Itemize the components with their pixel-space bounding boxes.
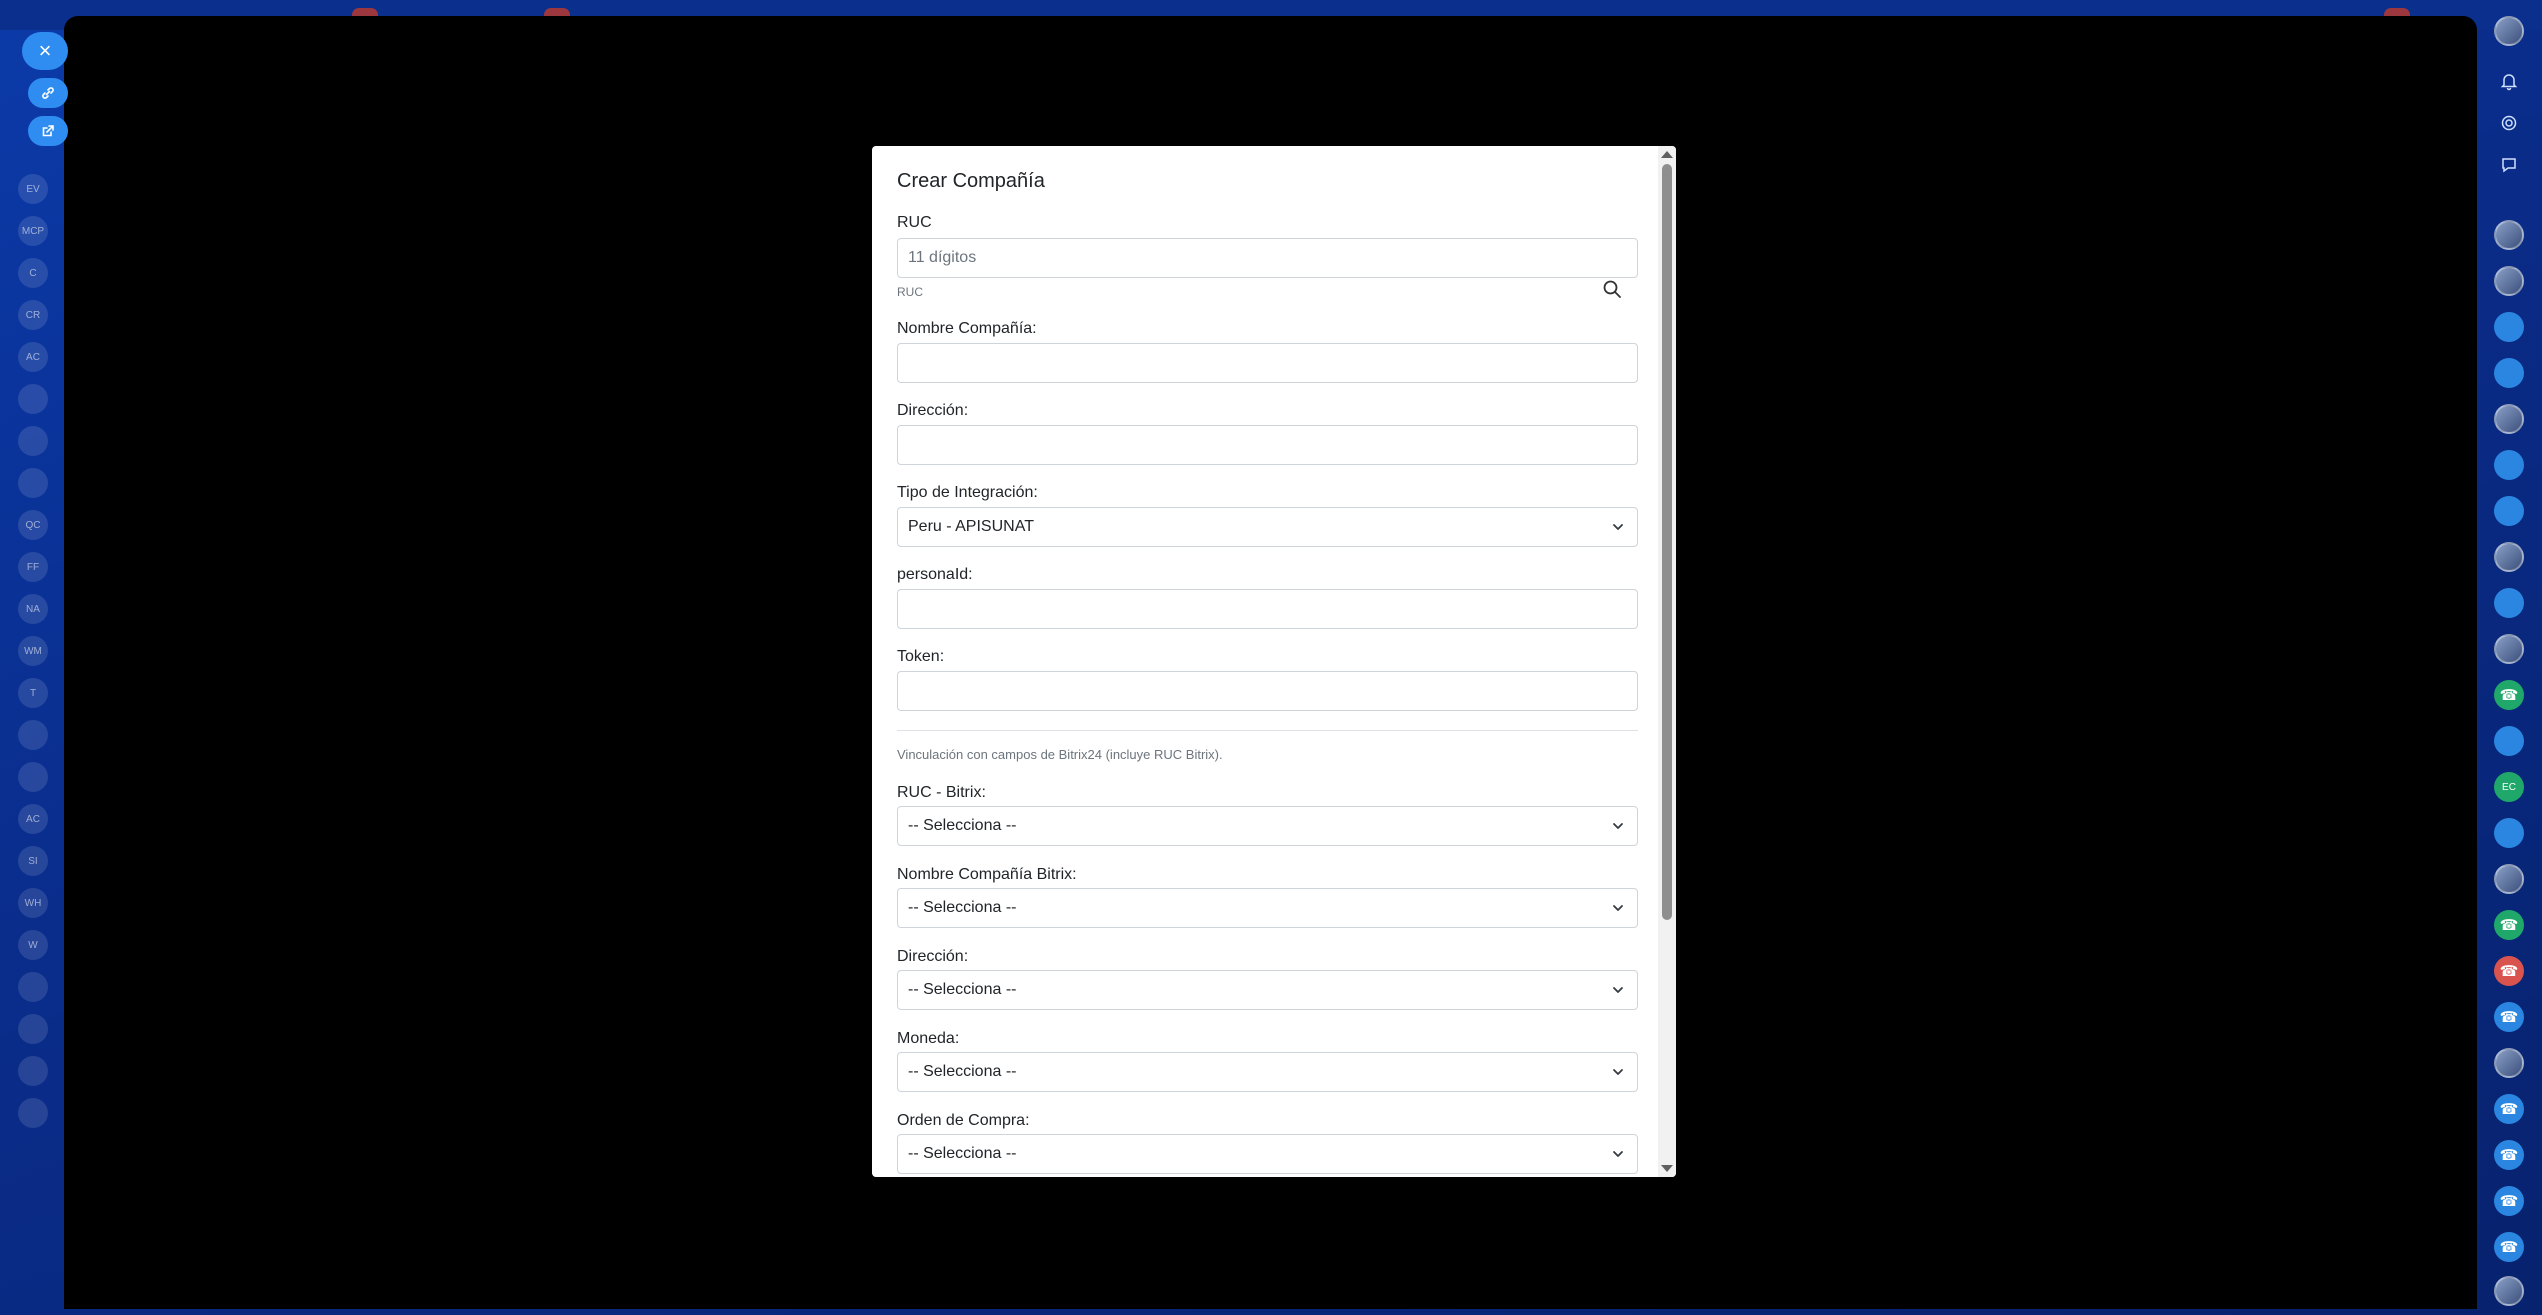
chevron-down-icon bbox=[1613, 1069, 1623, 1075]
sidebar-item[interactable]: W bbox=[18, 930, 48, 960]
sidebar-item[interactable] bbox=[18, 762, 48, 792]
contact-avatar[interactable] bbox=[2494, 220, 2524, 250]
bell-icon[interactable] bbox=[2494, 66, 2524, 96]
chevron-down-icon bbox=[1613, 524, 1623, 530]
contact-avatar[interactable] bbox=[2494, 1276, 2524, 1306]
sidebar-item[interactable] bbox=[18, 1098, 48, 1128]
phone-icon[interactable]: ☎ bbox=[2494, 1094, 2524, 1124]
link-icon bbox=[42, 87, 54, 99]
sidebar-item[interactable] bbox=[18, 468, 48, 498]
contact-avatar[interactable] bbox=[2494, 312, 2524, 342]
external-link-icon bbox=[42, 125, 54, 137]
orden-compra-select[interactable]: -- Selecciona -- bbox=[897, 1134, 1638, 1174]
scroll-thumb[interactable] bbox=[1662, 164, 1672, 920]
sidebar-item[interactable] bbox=[18, 1056, 48, 1086]
copilot-chat-icon[interactable] bbox=[2494, 496, 2524, 526]
ruc-bitrix-label: RUC - Bitrix: bbox=[897, 784, 986, 801]
ruc-label: RUC bbox=[897, 214, 932, 231]
contact-avatar[interactable] bbox=[2494, 542, 2524, 572]
scroll-down-arrow[interactable] bbox=[1661, 1165, 1673, 1172]
token-input[interactable] bbox=[897, 671, 1638, 711]
phone-icon[interactable]: ☎ bbox=[2494, 956, 2524, 986]
calendar-icon[interactable] bbox=[2494, 818, 2524, 848]
token-label: Token: bbox=[897, 648, 945, 665]
sidebar-item[interactable]: EV bbox=[18, 174, 48, 204]
sidebar-item[interactable]: AC bbox=[18, 342, 48, 372]
close-icon: × bbox=[38, 38, 52, 63]
personaid-label: personaId: bbox=[897, 566, 973, 583]
nombre-compania-label: Nombre Compañía: bbox=[897, 320, 1037, 337]
ruc-hint: RUC bbox=[897, 285, 923, 299]
chat-icon[interactable] bbox=[2494, 358, 2524, 388]
copilot-icon[interactable] bbox=[2494, 108, 2524, 138]
chevron-down-icon bbox=[1613, 905, 1623, 911]
tipo-integracion-label: Tipo de Integración: bbox=[897, 484, 1038, 501]
sidebar-item[interactable] bbox=[18, 384, 48, 414]
phone-icon[interactable]: ☎ bbox=[2494, 680, 2524, 710]
sidebar-item[interactable] bbox=[18, 426, 48, 456]
contact-avatar[interactable] bbox=[2494, 404, 2524, 434]
personaid-input[interactable] bbox=[897, 589, 1638, 629]
copy-link-button[interactable] bbox=[28, 78, 68, 108]
tipo-integracion-select[interactable]: Peru - APISUNAT bbox=[897, 507, 1638, 547]
phone-icon[interactable]: ☎ bbox=[2494, 1140, 2524, 1170]
sidebar-item[interactable] bbox=[18, 720, 48, 750]
contact-avatar[interactable] bbox=[2494, 1048, 2524, 1078]
contact-avatar[interactable] bbox=[2494, 266, 2524, 296]
direccion-label: Dirección: bbox=[897, 402, 969, 419]
modal-scrollbar[interactable] bbox=[1658, 146, 1676, 1177]
phone-icon[interactable]: ☎ bbox=[2494, 1002, 2524, 1032]
direccion-input[interactable] bbox=[897, 425, 1638, 465]
sidebar-item[interactable]: MCP bbox=[18, 216, 48, 246]
nombre-bitrix-label: Nombre Compañía Bitrix: bbox=[897, 866, 1077, 883]
chevron-down-icon bbox=[1613, 1151, 1623, 1157]
sidebar-item[interactable]: AC bbox=[18, 804, 48, 834]
nombre-compania-input[interactable] bbox=[897, 343, 1638, 383]
section-divider bbox=[897, 730, 1638, 731]
sidebar-item[interactable]: SI bbox=[18, 846, 48, 876]
scroll-up-arrow[interactable] bbox=[1661, 151, 1673, 158]
sidebar-item[interactable]: CR bbox=[18, 300, 48, 330]
chevron-down-icon bbox=[1613, 823, 1623, 829]
right-sidebar: ☎ EC ☎ ☎ ☎ ☎ ☎ ☎ ☎ bbox=[2476, 0, 2542, 1315]
sidebar-item[interactable]: WH bbox=[18, 888, 48, 918]
contact-avatar[interactable] bbox=[2494, 634, 2524, 664]
create-company-modal: Crear Compañía RUC 11 dígitos RUC Nombre… bbox=[872, 146, 1676, 1177]
sidebar-item[interactable] bbox=[18, 1014, 48, 1044]
search-icon[interactable] bbox=[1602, 279, 1622, 299]
sidebar-item[interactable]: NA bbox=[18, 594, 48, 624]
user-avatar[interactable] bbox=[2494, 16, 2524, 46]
ruc-placeholder: 11 dígitos bbox=[908, 249, 977, 266]
direccion-bitrix-select[interactable]: -- Selecciona -- bbox=[897, 970, 1638, 1010]
phone-icon[interactable]: ☎ bbox=[2494, 1186, 2524, 1216]
ruc-bitrix-select[interactable]: -- Selecciona -- bbox=[897, 806, 1638, 846]
phone-icon[interactable]: ☎ bbox=[2494, 910, 2524, 940]
phone-icon[interactable]: ☎ bbox=[2494, 1232, 2524, 1262]
open-new-window-button[interactable] bbox=[28, 116, 68, 146]
sidebar-item[interactable]: T bbox=[18, 678, 48, 708]
vinculacion-hint: Vinculación con campos de Bitrix24 (incl… bbox=[897, 747, 1223, 762]
orden-compra-label: Orden de Compra: bbox=[897, 1112, 1030, 1129]
nombre-bitrix-select[interactable]: -- Selecciona -- bbox=[897, 888, 1638, 928]
direccion-bitrix-label: Dirección: bbox=[897, 948, 969, 965]
copilot-chat-icon[interactable] bbox=[2494, 588, 2524, 618]
chat-search-icon[interactable] bbox=[2494, 150, 2524, 180]
sidebar-item[interactable] bbox=[18, 972, 48, 1002]
sidebar-item[interactable]: WM bbox=[18, 636, 48, 666]
chevron-down-icon bbox=[1613, 987, 1623, 993]
tipo-integracion-value: Peru - APISUNAT bbox=[908, 518, 1034, 535]
moneda-select[interactable]: -- Selecciona -- bbox=[897, 1052, 1638, 1092]
ruc-input[interactable]: 11 dígitos bbox=[897, 238, 1638, 278]
left-sidebar: EV MCP C CR AC QC FF NA WM T AC SI WH W bbox=[0, 30, 64, 1315]
moneda-label: Moneda: bbox=[897, 1030, 960, 1047]
sidebar-item[interactable]: QC bbox=[18, 510, 48, 540]
modal-title: Crear Compañía bbox=[897, 170, 1045, 192]
contact-avatar[interactable] bbox=[2494, 864, 2524, 894]
close-slider-button[interactable]: × bbox=[22, 32, 68, 70]
bookmark-icon[interactable] bbox=[2494, 450, 2524, 480]
contact-avatar[interactable]: EC bbox=[2494, 772, 2524, 802]
sidebar-item[interactable]: C bbox=[18, 258, 48, 288]
sidebar-item[interactable]: FF bbox=[18, 552, 48, 582]
group-chat-icon[interactable] bbox=[2494, 726, 2524, 756]
